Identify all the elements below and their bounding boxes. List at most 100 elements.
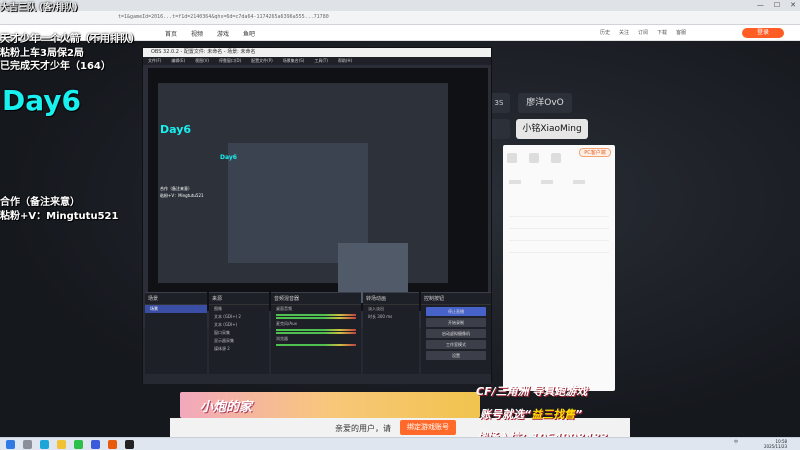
preview-nested-screen bbox=[228, 143, 408, 303]
obs-menu-tools[interactable]: 工具(T) bbox=[314, 57, 328, 65]
ad-text-highlight: 益三找售 bbox=[531, 408, 576, 421]
wechat-icon[interactable] bbox=[74, 440, 83, 449]
nav-video[interactable]: 视频 bbox=[191, 29, 203, 38]
source-item[interactable]: 文本 (GDI+) bbox=[209, 321, 269, 329]
obs-preview[interactable]: Day6 Day6 合作（备注来意） 粘粉+V：Mingtutu521 bbox=[148, 68, 488, 311]
obs-menu-help[interactable]: 帮助(H) bbox=[338, 57, 352, 65]
source-item[interactable]: 显示器采集 bbox=[209, 337, 269, 345]
preview-text: 合作（备注来意） bbox=[160, 186, 192, 191]
nav-download[interactable]: 下载 bbox=[657, 29, 667, 36]
nav-home[interactable]: 首页 bbox=[165, 29, 177, 38]
nav-right: 历史 关注 订阅 下载 客服 bbox=[600, 29, 686, 36]
douyu-icon[interactable] bbox=[108, 440, 117, 449]
volume-meter[interactable] bbox=[276, 317, 356, 319]
overlay-text: 已完成天才少年（164） bbox=[0, 61, 111, 72]
rank-icon[interactable] bbox=[529, 153, 539, 163]
ad-text: CF/三角洲 导具跑游戏 bbox=[476, 385, 588, 398]
nav-service[interactable]: 客服 bbox=[676, 29, 686, 36]
panel-tab[interactable] bbox=[509, 180, 521, 184]
gift-banner[interactable]: 小炮的家 bbox=[180, 392, 480, 418]
studio-mode-button[interactable]: 工作室模式 bbox=[426, 340, 486, 349]
dock-title: 场景 bbox=[145, 293, 207, 305]
start-recording-button[interactable]: 开始录制 bbox=[426, 318, 486, 327]
overlay-text: 粘粉+V：Mingtutu521 bbox=[0, 211, 119, 222]
duration-label: 时长 bbox=[368, 314, 376, 319]
login-button[interactable]: 登录 bbox=[742, 28, 784, 38]
obs-menu-profile[interactable]: 配置文件(P) bbox=[251, 57, 273, 65]
source-item[interactable]: 窗口采集 bbox=[209, 329, 269, 337]
scenes-dock: 场景 场景 bbox=[145, 292, 207, 374]
bind-account-button[interactable]: 绑定游戏账号 bbox=[400, 420, 456, 435]
dock-title: 音频混音器 bbox=[271, 293, 361, 305]
transitions-dock: 转场动画 淡入淡出 时长 300 ms bbox=[363, 292, 419, 374]
duration-input[interactable]: 300 ms bbox=[377, 314, 392, 319]
panel-tab[interactable] bbox=[541, 180, 553, 184]
taskbar: 中 10:58 2025/11/23 bbox=[0, 437, 800, 450]
nav-fishbar[interactable]: 鱼吧 bbox=[243, 29, 255, 38]
nav-subscribe[interactable]: 订阅 bbox=[638, 29, 648, 36]
streamer-tag[interactable]: 小铭XiaoMing bbox=[516, 119, 588, 139]
obs-icon[interactable] bbox=[125, 440, 134, 449]
search-icon[interactable] bbox=[23, 440, 32, 449]
window-controls: — ☐ ✕ bbox=[757, 1, 796, 9]
clock-date: 2025/11/23 bbox=[764, 444, 788, 449]
obs-menubar: 文件(F) 编辑(E) 视图(V) 停靠窗口(D) 配置文件(P) 场景集合(S… bbox=[143, 57, 491, 65]
settings-button[interactable]: 设置 bbox=[426, 351, 486, 360]
taskbar-icons bbox=[6, 440, 134, 449]
mixer-channel-label: 麦克风/Aux bbox=[276, 321, 297, 326]
overlay-text: 大吉三队 (客/排队) bbox=[0, 3, 78, 13]
obs-menu-view[interactable]: 视图(V) bbox=[195, 57, 209, 65]
panel-icons bbox=[507, 153, 561, 163]
nav-items: 首页 视频 游戏 鱼吧 bbox=[165, 29, 255, 38]
obs-menu-file[interactable]: 文件(F) bbox=[148, 57, 161, 65]
source-item[interactable]: 文本 (GDI+) 2 bbox=[209, 313, 269, 321]
source-item[interactable]: 媒体源 2 bbox=[209, 345, 269, 353]
obs-titlebar: OBS 32.0.2 - 配置文件: 未命名 - 场景: 未命名 bbox=[143, 48, 491, 57]
preview-nested-screen bbox=[158, 83, 448, 303]
nav-game[interactable]: 游戏 bbox=[217, 29, 229, 38]
volume-meter[interactable] bbox=[276, 332, 356, 334]
start-icon[interactable] bbox=[6, 440, 15, 449]
scene-item[interactable]: 场景 bbox=[145, 305, 207, 313]
stop-streaming-button[interactable]: 停止直播 bbox=[426, 307, 486, 316]
nav-history[interactable]: 历史 bbox=[600, 29, 610, 36]
transition-duration: 时长 300 ms bbox=[363, 313, 419, 321]
mixer-channel-label: 浏览器 bbox=[276, 336, 288, 341]
panel-tabs bbox=[509, 180, 585, 184]
room-side-panel bbox=[503, 145, 615, 391]
browser-tab-strip: — ☐ ✕ bbox=[0, 0, 800, 11]
dock-title: 来源 bbox=[209, 293, 269, 305]
folder-icon[interactable] bbox=[57, 440, 66, 449]
ad-text-pre: 账号就选“ bbox=[480, 408, 532, 421]
system-clock[interactable]: 10:58 2025/11/23 bbox=[764, 439, 787, 449]
list-item bbox=[509, 229, 609, 241]
transition-type-select[interactable]: 淡入淡出 bbox=[363, 305, 419, 313]
streamer-tag[interactable]: 廖洋OvO bbox=[518, 93, 572, 113]
edge-icon[interactable] bbox=[40, 440, 49, 449]
source-item[interactable]: 图像 bbox=[209, 305, 269, 313]
gift-icon[interactable] bbox=[507, 153, 517, 163]
maximize-icon[interactable]: ☐ bbox=[774, 1, 780, 9]
panel-tab[interactable] bbox=[573, 180, 585, 184]
volume-meter[interactable] bbox=[276, 329, 356, 331]
task-icon[interactable] bbox=[551, 153, 561, 163]
ime-indicator[interactable]: 中 bbox=[734, 439, 738, 445]
overlay-day-label: Day6 bbox=[2, 84, 82, 117]
app-icon[interactable] bbox=[91, 440, 100, 449]
virtual-camera-button[interactable]: 启动虚拟摄像机 bbox=[426, 329, 486, 338]
volume-meter[interactable] bbox=[276, 344, 356, 346]
obs-menu-scenes[interactable]: 场景集合(S) bbox=[283, 57, 305, 65]
obs-menu-docks[interactable]: 停靠窗口(D) bbox=[219, 57, 241, 65]
close-icon[interactable]: ✕ bbox=[790, 1, 796, 9]
minimize-icon[interactable]: — bbox=[757, 1, 764, 9]
address-bar[interactable]: t=1&gameId=2016...t=f1d=2140364&qhs=6d=c… bbox=[0, 11, 800, 25]
url-text: t=1&gameId=2016...t=f1d=2140364&qhs=6d=c… bbox=[118, 14, 329, 20]
ad-text: 账号就选“益三找售” bbox=[480, 406, 582, 422]
nav-follow[interactable]: 关注 bbox=[619, 29, 629, 36]
volume-meter[interactable] bbox=[276, 314, 356, 316]
sources-dock: 来源 图像 文本 (GDI+) 2 文本 (GDI+) 窗口采集 显示器采集 媒… bbox=[209, 292, 269, 374]
list-item bbox=[509, 217, 609, 229]
list-item bbox=[509, 241, 609, 253]
pc-client-button[interactable]: PC客户端 bbox=[579, 148, 611, 157]
obs-menu-edit[interactable]: 编辑(E) bbox=[171, 57, 185, 65]
